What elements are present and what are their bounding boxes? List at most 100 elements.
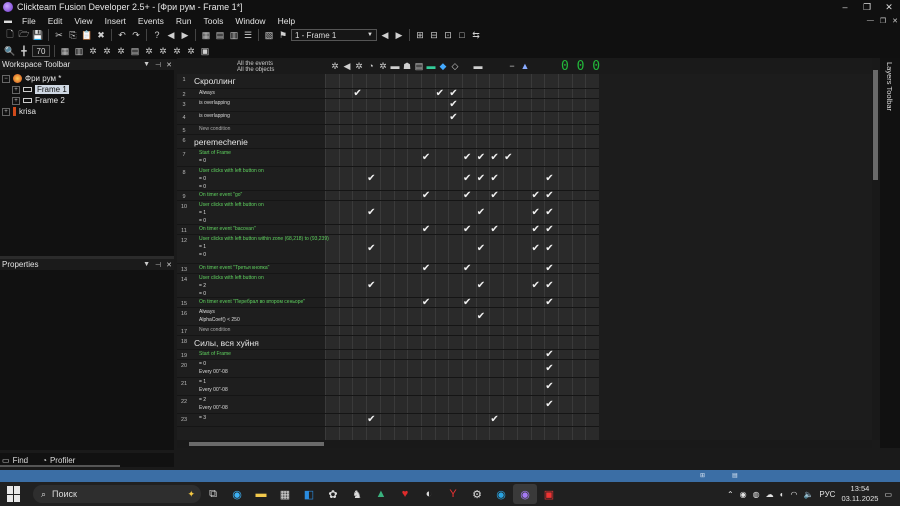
- event-row[interactable]: 2 Always: [177, 89, 599, 98]
- event-group-row[interactable]: 6 peremechenie: [177, 135, 599, 148]
- condition[interactable]: Start of Frame: [199, 150, 231, 156]
- new-condition[interactable]: New condition: [199, 126, 230, 132]
- action-checkmark-icon[interactable]: ✔: [367, 207, 375, 218]
- run-exe-icon[interactable]: ✲: [143, 45, 155, 57]
- tree-item-krisa[interactable]: + krisa: [2, 106, 36, 117]
- close-icon[interactable]: ✕: [166, 261, 172, 269]
- storyboard-controls-icon[interactable]: ✲: [354, 61, 364, 71]
- scroll-thumb[interactable]: [873, 70, 878, 180]
- undo-icon[interactable]: ↶: [116, 29, 128, 41]
- create-objects-icon[interactable]: ✲: [378, 61, 388, 71]
- condition[interactable]: User clicks with left button on: [199, 202, 264, 208]
- help-icon[interactable]: ?: [151, 29, 163, 41]
- condition[interactable]: Always: [199, 309, 215, 315]
- cut-icon[interactable]: ✂: [53, 29, 65, 41]
- app-icon[interactable]: ▲: [369, 484, 393, 504]
- action-checkmark-icon[interactable]: ✔: [477, 311, 485, 322]
- frame-editor-icon[interactable]: ▤: [214, 29, 226, 41]
- action-checkmark-icon[interactable]: ✔: [463, 264, 471, 274]
- close-icon[interactable]: ✕: [166, 61, 172, 69]
- action-checkmark-icon[interactable]: ✔: [422, 264, 430, 274]
- condition[interactable]: On timer event "Третья кнопка": [199, 265, 269, 271]
- zoom-icon[interactable]: 🔍: [4, 45, 16, 57]
- condition[interactable]: AlphaCoef() < 250: [199, 317, 240, 323]
- mdi-close-icon[interactable]: ✕: [892, 17, 898, 25]
- action-checkmark-icon[interactable]: ✔: [449, 113, 457, 123]
- event-row[interactable]: 13 On timer event "Третья кнопка": [177, 264, 599, 273]
- event-list-icon[interactable]: ☰: [242, 29, 254, 41]
- menu-edit[interactable]: Edit: [42, 16, 69, 26]
- action-checkmark-icon[interactable]: ✔: [477, 280, 485, 291]
- minimize-button[interactable]: –: [834, 0, 856, 14]
- action-checkmark-icon[interactable]: ✔: [490, 225, 498, 235]
- zoom-slider-icon[interactable]: ╋: [18, 45, 30, 57]
- notifications-icon[interactable]: ▭: [884, 490, 892, 499]
- run-app-icon[interactable]: ✲: [101, 45, 113, 57]
- vertical-scrollbar[interactable]: [872, 58, 880, 440]
- forward-icon[interactable]: ▶: [179, 29, 191, 41]
- insert-comment-icon[interactable]: ⊟: [428, 29, 440, 41]
- group-title[interactable]: Скроллинг: [194, 76, 236, 86]
- system-menu-icon[interactable]: ▬: [0, 16, 16, 25]
- insert-event-icon[interactable]: ⊞: [414, 29, 426, 41]
- action-checkmark-icon[interactable]: ✔: [545, 381, 553, 392]
- storyboard-editor-icon[interactable]: ▦: [200, 29, 212, 41]
- menu-window[interactable]: Window: [229, 16, 271, 26]
- event-row[interactable]: 19 Start of Frame: [177, 350, 599, 359]
- condition[interactable]: = 3: [199, 415, 206, 421]
- action-checkmark-icon[interactable]: ✔: [463, 173, 471, 184]
- telegram-icon[interactable]: ◉: [489, 484, 513, 504]
- tray-overflow-icon[interactable]: ⌃: [727, 490, 734, 499]
- zoom-input[interactable]: 70: [32, 45, 50, 57]
- menu-tools[interactable]: Tools: [198, 16, 230, 26]
- object-alpha-icon[interactable]: ▲: [520, 61, 530, 71]
- bookmark-icon[interactable]: □: [456, 29, 468, 41]
- expand-icon[interactable]: +: [2, 107, 10, 116]
- action-checkmark-icon[interactable]: ✔: [504, 152, 512, 163]
- stop-icon[interactable]: ▣: [199, 45, 211, 57]
- action-checkmark-icon[interactable]: ✔: [545, 244, 553, 254]
- condition[interactable]: = 1: [199, 210, 206, 216]
- player-icon[interactable]: ☗: [402, 61, 412, 71]
- event-row[interactable]: 8 User clicks with left button on = 0 = 0: [177, 167, 599, 190]
- timer-icon[interactable]: ◔: [366, 61, 376, 71]
- taskbar-search[interactable]: ⌕ Поиск ✦: [33, 485, 201, 503]
- pin-icon[interactable]: ⊣: [155, 261, 161, 269]
- wifi-icon[interactable]: ◠: [790, 490, 797, 499]
- scroll-thumb[interactable]: [189, 442, 324, 446]
- condition[interactable]: User clicks with left button within zone…: [199, 236, 329, 242]
- action-checkmark-icon[interactable]: ✔: [532, 191, 540, 201]
- action-checkmark-icon[interactable]: ✔: [545, 225, 553, 235]
- event-row[interactable]: 17 New condition: [177, 326, 599, 335]
- action-checkmark-icon[interactable]: ✔: [449, 89, 457, 99]
- object-string-icon[interactable]: ▬: [473, 61, 483, 71]
- edge-icon[interactable]: ◉: [225, 484, 249, 504]
- condition[interactable]: Start of Frame: [199, 351, 231, 357]
- action-checkmark-icon[interactable]: ✔: [422, 225, 430, 235]
- build-icon[interactable]: ▤: [129, 45, 141, 57]
- editor-empty-area[interactable]: [599, 74, 872, 440]
- collapse-icon[interactable]: −: [2, 74, 10, 83]
- start-button[interactable]: [7, 486, 23, 502]
- action-checkmark-icon[interactable]: ✔: [463, 152, 471, 163]
- copy-icon[interactable]: ⎘: [67, 29, 79, 41]
- action-checkmark-icon[interactable]: ✔: [490, 191, 498, 201]
- snap-icon[interactable]: ▥: [73, 45, 85, 57]
- horizontal-scrollbar[interactable]: [177, 440, 872, 448]
- special-conditions-icon[interactable]: ✲: [330, 61, 340, 71]
- tab-find[interactable]: ▭ Find: [2, 456, 28, 465]
- event-row[interactable]: 21 = 1 Every 00"-08: [177, 378, 599, 395]
- tree-item-application[interactable]: − Фри рум *: [2, 73, 61, 84]
- event-row[interactable]: 3 is overlapping: [177, 99, 599, 111]
- chatgpt-icon[interactable]: ✿: [321, 484, 345, 504]
- redo-icon[interactable]: ↷: [130, 29, 142, 41]
- prev-frame-icon[interactable]: ◀: [379, 29, 391, 41]
- group-title[interactable]: peremechenie: [194, 137, 248, 147]
- layers-toolbar-title[interactable]: Layers Toolbar: [885, 62, 894, 111]
- event-row[interactable]: 23 = 3: [177, 414, 599, 426]
- save-icon[interactable]: 💾: [32, 29, 44, 41]
- condition[interactable]: Every 00"-08: [199, 387, 228, 393]
- expand-icon[interactable]: +: [12, 96, 20, 105]
- menu-help[interactable]: Help: [272, 16, 301, 26]
- menu-insert[interactable]: Insert: [99, 16, 132, 26]
